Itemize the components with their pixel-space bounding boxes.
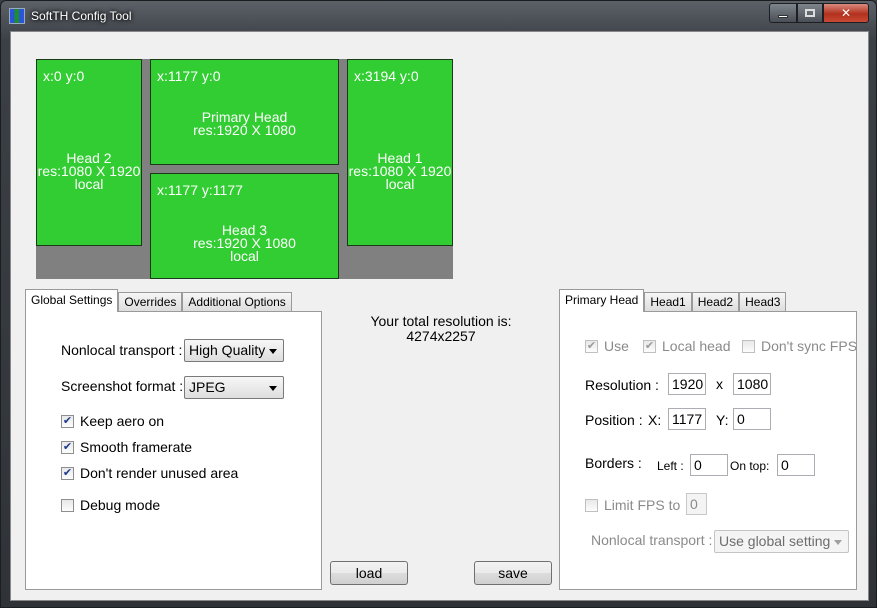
border-ontop-input[interactable]: 0: [777, 454, 815, 476]
primary-head-tile[interactable]: x:1177 y:0 Primary Head res:1920 X 1080: [150, 59, 339, 165]
use-checkbox[interactable]: ✔ Use: [585, 338, 629, 354]
window-title: SoftTH Config Tool: [31, 9, 132, 23]
head-1-tile[interactable]: x:3194 y:0 Head 1 res:1080 X 1920 local: [347, 59, 453, 246]
head-3-tile[interactable]: x:1177 y:1177 Head 3 res:1920 X 1080 loc…: [150, 173, 339, 279]
load-button[interactable]: load: [330, 561, 408, 585]
global-settings-panel: Nonlocal transport : High Quality Screen…: [25, 311, 322, 590]
debug-mode-checkbox[interactable]: Debug mode: [61, 497, 160, 513]
tab-head2[interactable]: Head2: [691, 292, 740, 312]
left-tabstrip: Global Settings Overrides Additional Opt…: [25, 289, 292, 312]
head-1-type: local: [385, 176, 415, 192]
resolution-height-input[interactable]: 1080: [733, 373, 771, 395]
title-bar[interactable]: SoftTH Config Tool ✕: [1, 1, 877, 31]
chevron-down-icon: [269, 349, 277, 354]
right-tabstrip: Primary Head Head1 Head2 Head3: [559, 289, 787, 312]
border-ontop-label: On top:: [730, 459, 770, 473]
limit-fps-checkbox[interactable]: Limit FPS to: [585, 497, 680, 513]
tab-additional-options[interactable]: Additional Options: [182, 292, 292, 312]
tab-primary-head[interactable]: Primary Head: [559, 289, 645, 312]
local-head-checkbox[interactable]: ✔ Local head: [643, 338, 731, 354]
tab-head3[interactable]: Head3: [739, 292, 787, 312]
primary-head-coord: x:1177 y:0: [157, 68, 221, 84]
check-icon: ✔: [61, 414, 74, 428]
position-label: Position :: [585, 412, 643, 428]
head-2-tile[interactable]: x:0 y:0 Head 2 res:1080 X 1920 local: [36, 59, 142, 246]
tab-overrides[interactable]: Overrides: [118, 292, 183, 312]
checkbox-empty-icon: [742, 339, 755, 353]
maximize-icon: [805, 9, 815, 17]
check-icon: ✔: [61, 466, 74, 480]
chevron-down-icon: [834, 540, 842, 545]
total-resolution-label: Your total resolution is:: [370, 313, 512, 329]
border-left-input[interactable]: 0: [690, 454, 728, 476]
keep-aero-checkbox[interactable]: ✔ Keep aero on: [61, 413, 164, 429]
close-button[interactable]: ✕: [823, 3, 869, 23]
tab-head1[interactable]: Head1: [644, 292, 692, 312]
resolution-label: Resolution :: [585, 377, 659, 393]
primary-head-panel: ✔ Use ✔ Local head Don't sync FPS Resolu…: [559, 311, 857, 590]
primary-head-res: res:1920 X 1080: [193, 122, 296, 138]
total-resolution-value: 4274x2257: [406, 328, 476, 344]
head-1-coord: x:3194 y:0: [354, 68, 419, 84]
checkbox-empty-icon: [61, 498, 74, 512]
dont-sync-fps-checkbox[interactable]: Don't sync FPS: [742, 338, 857, 354]
screenshot-format-select[interactable]: JPEG: [184, 376, 284, 399]
chevron-down-icon: [269, 386, 277, 391]
nonlocal-transport-select[interactable]: High Quality: [184, 339, 284, 362]
border-left-label: Left :: [657, 459, 684, 473]
close-icon: ✕: [840, 6, 852, 20]
borders-label: Borders :: [585, 455, 642, 471]
head-nonlocal-transport-label: Nonlocal transport :: [591, 532, 713, 548]
nonlocal-transport-label: Nonlocal transport :: [61, 342, 183, 358]
app-icon: [9, 8, 25, 24]
save-button[interactable]: save: [474, 561, 552, 585]
minimize-icon: [778, 14, 788, 18]
check-icon: ✔: [61, 440, 74, 454]
position-x-label: X:: [648, 412, 662, 428]
window-frame: SoftTH Config Tool ✕ x:0 y:0 Head 2 res:…: [0, 0, 877, 608]
head-nonlocal-transport-select[interactable]: Use global setting: [714, 530, 849, 553]
resolution-width-input[interactable]: 1920: [668, 373, 706, 395]
head-3-coord: x:1177 y:1177: [157, 182, 243, 198]
position-y-input[interactable]: 0: [733, 408, 771, 430]
client-area: x:0 y:0 Head 2 res:1080 X 1920 local x:1…: [10, 31, 869, 601]
position-x-input[interactable]: 1177: [668, 408, 706, 430]
smooth-framerate-checkbox[interactable]: ✔ Smooth framerate: [61, 439, 192, 455]
minimize-button[interactable]: [769, 3, 797, 23]
tab-global-settings[interactable]: Global Settings: [25, 289, 119, 312]
head-2-coord: x:0 y:0: [43, 68, 85, 84]
head-layout-preview: x:0 y:0 Head 2 res:1080 X 1920 local x:1…: [36, 59, 453, 279]
limit-fps-input[interactable]: 0: [686, 493, 707, 515]
dont-render-unused-checkbox[interactable]: ✔ Don't render unused area: [61, 465, 238, 481]
check-icon: ✔: [585, 339, 598, 353]
head-2-type: local: [74, 176, 104, 192]
screenshot-format-label: Screenshot format :: [61, 378, 184, 394]
maximize-button[interactable]: [797, 3, 823, 23]
resolution-x-label: x: [716, 376, 723, 392]
total-resolution: Your total resolution is: 4274x2257: [351, 314, 531, 344]
position-y-label: Y:: [716, 412, 729, 428]
checkbox-empty-icon: [585, 498, 598, 512]
check-icon: ✔: [643, 339, 656, 353]
head-3-type: local: [230, 248, 259, 264]
